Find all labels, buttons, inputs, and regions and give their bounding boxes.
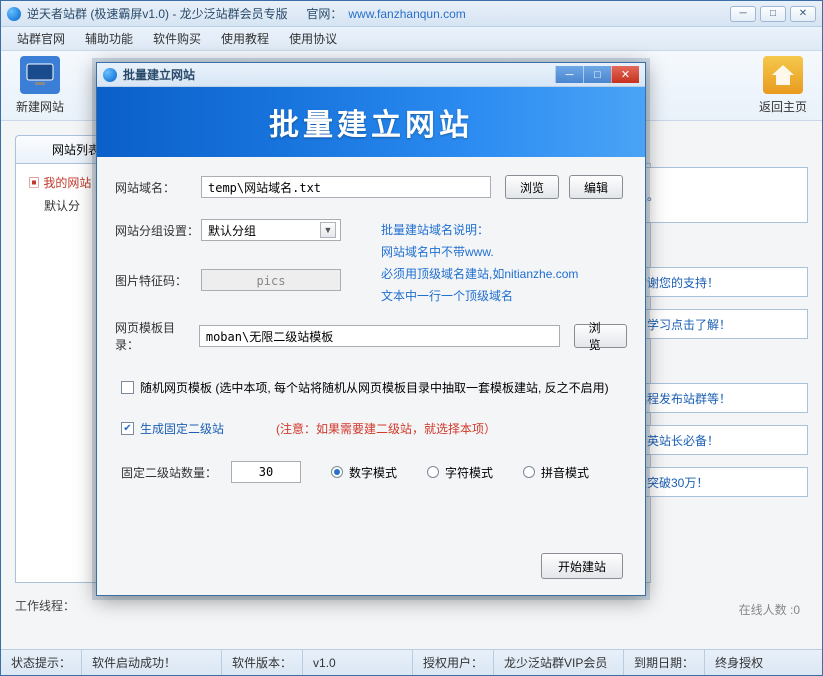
dialog-maximize-button[interactable]: □ (583, 66, 611, 83)
status-expire: 终身授权 (705, 650, 773, 675)
template-browse-button[interactable]: 浏览 (574, 324, 627, 348)
list-item[interactable]: 员学习点击了解！ (624, 309, 808, 339)
window-title: 逆天者站群 (极速霸屏v1.0) - 龙少泛站群会员专版 (27, 5, 288, 22)
domain-edit-button[interactable]: 编辑 (569, 175, 623, 199)
right-info-list: 服。 谢谢您的支持！ 员学习点击了解！ 远程发布站群等！ 精英站长必备！ 量突破… (624, 167, 808, 497)
status-expire-label: 到期日期： (624, 650, 705, 675)
statusbar: 状态提示： 软件启动成功！ 软件版本： v1.0 授权用户： 龙少泛站群VIP会… (1, 649, 822, 675)
dialog-title: 批量建立网站 (123, 66, 195, 83)
dialog-titlebar[interactable]: 批量建立网站 ─ □ ✕ (97, 63, 645, 87)
gen-fixed-option[interactable]: ✔ 生成固定二级站 (注意：如果需要建二级站，就选择本项） (121, 420, 627, 437)
status-tip: 状态提示： (1, 650, 82, 675)
menu-tutorial[interactable]: 使用教程 (211, 26, 279, 51)
domain-file-input[interactable] (201, 176, 491, 198)
main-titlebar: 逆天者站群 (极速霸屏v1.0) - 龙少泛站群会员专版 官网： www.fan… (1, 1, 822, 27)
domain-browse-button[interactable]: 浏览 (505, 175, 559, 199)
list-item[interactable]: 远程发布站群等！ (624, 383, 808, 413)
minimize-button[interactable]: ─ (730, 6, 756, 22)
random-template-label: 随机网页模板 (选中本项, 每个站将随机从网页模板目录中抽取一套模板建站, 反之… (140, 379, 609, 396)
close-button[interactable]: ✕ (790, 6, 816, 22)
start-build-button[interactable]: 开始建站 (541, 553, 623, 579)
status-version-label: 软件版本： (222, 650, 303, 675)
radio-checked-icon (331, 466, 343, 478)
dialog-icon (103, 68, 117, 82)
group-combo[interactable]: 默认分组 ▼ (201, 219, 341, 241)
gen-fixed-label: 生成固定二级站 (140, 420, 224, 437)
online-count: 在线人数 :0 (739, 601, 800, 618)
list-item[interactable]: 服。 (624, 167, 808, 223)
home-icon (763, 56, 803, 94)
app-icon (7, 7, 21, 21)
tool-new-site[interactable]: 新建网站 (11, 56, 69, 115)
list-item[interactable]: 精英站长必备！ (624, 425, 808, 455)
main-menu: 站群官网 辅助功能 软件购买 使用教程 使用协议 (1, 27, 822, 51)
chevron-down-icon: ▼ (320, 222, 336, 238)
dialog-banner: 批量建立网站 (97, 87, 645, 157)
work-thread-label: 工作线程： (15, 597, 75, 614)
fixed-count-label: 固定二级站数量： (121, 464, 231, 481)
tool-back-home[interactable]: 返回主页 (754, 56, 812, 115)
domain-label: 网站域名： (115, 179, 201, 196)
fixed-count-input[interactable] (231, 461, 301, 483)
status-tip-value: 软件启动成功！ (82, 650, 222, 675)
tool-new-site-label: 新建网站 (16, 98, 64, 115)
dialog-minimize-button[interactable]: ─ (555, 66, 583, 83)
window-controls: ─ □ ✕ (730, 6, 816, 22)
radio-icon (427, 466, 439, 478)
dialog-close-button[interactable]: ✕ (611, 66, 639, 83)
gen-fixed-note: (注意：如果需要建二级站，就选择本项） (276, 420, 496, 437)
template-input[interactable] (199, 325, 560, 347)
radio-pinyin-mode[interactable]: 拼音模式 (523, 464, 589, 481)
pic-code-input: pics (201, 269, 341, 291)
pic-code-label: 图片特征码： (115, 272, 201, 289)
list-item[interactable]: 谢谢您的支持！ (624, 267, 808, 297)
template-label: 网页模板目录： (115, 319, 199, 353)
status-user-label: 授权用户： (413, 650, 494, 675)
checkbox-checked-icon: ✔ (121, 422, 134, 435)
menu-agreement[interactable]: 使用协议 (279, 26, 347, 51)
group-combo-value: 默认分组 (208, 222, 256, 239)
batch-create-dialog: 批量建立网站 ─ □ ✕ 批量建立网站 网站域名： 浏览 编辑 网站分组设置： … (96, 62, 646, 596)
random-template-option[interactable]: 随机网页模板 (选中本项, 每个站将随机从网页模板目录中抽取一套模板建站, 反之… (121, 379, 627, 396)
status-version: v1.0 (303, 650, 413, 675)
status-user: 龙少泛站群VIP会员 (494, 650, 624, 675)
group-label: 网站分组设置： (115, 222, 201, 239)
radio-number-mode[interactable]: 数字模式 (331, 464, 397, 481)
list-item[interactable]: 量突破30万！ (624, 467, 808, 497)
radio-char-mode[interactable]: 字符模式 (427, 464, 493, 481)
checkbox-icon (121, 381, 134, 394)
dialog-body: 网站域名： 浏览 编辑 网站分组设置： 默认分组 ▼ 图片特征码： pics (97, 157, 645, 595)
dialog-controls: ─ □ ✕ (555, 66, 639, 83)
menu-buy[interactable]: 软件购买 (143, 26, 211, 51)
maximize-button[interactable]: □ (760, 6, 786, 22)
tool-back-home-label: 返回主页 (759, 98, 807, 115)
site-url[interactable]: www.fanzhanqun.com (348, 7, 465, 21)
menu-aux[interactable]: 辅助功能 (75, 26, 143, 51)
monitor-icon (20, 56, 60, 94)
menu-site[interactable]: 站群官网 (7, 26, 75, 51)
radio-icon (523, 466, 535, 478)
site-label: 官网： (306, 5, 342, 22)
help-text: 批量建站域名说明： 网站域名中不带www. 必须用顶级域名建站,如nitianz… (381, 219, 578, 307)
